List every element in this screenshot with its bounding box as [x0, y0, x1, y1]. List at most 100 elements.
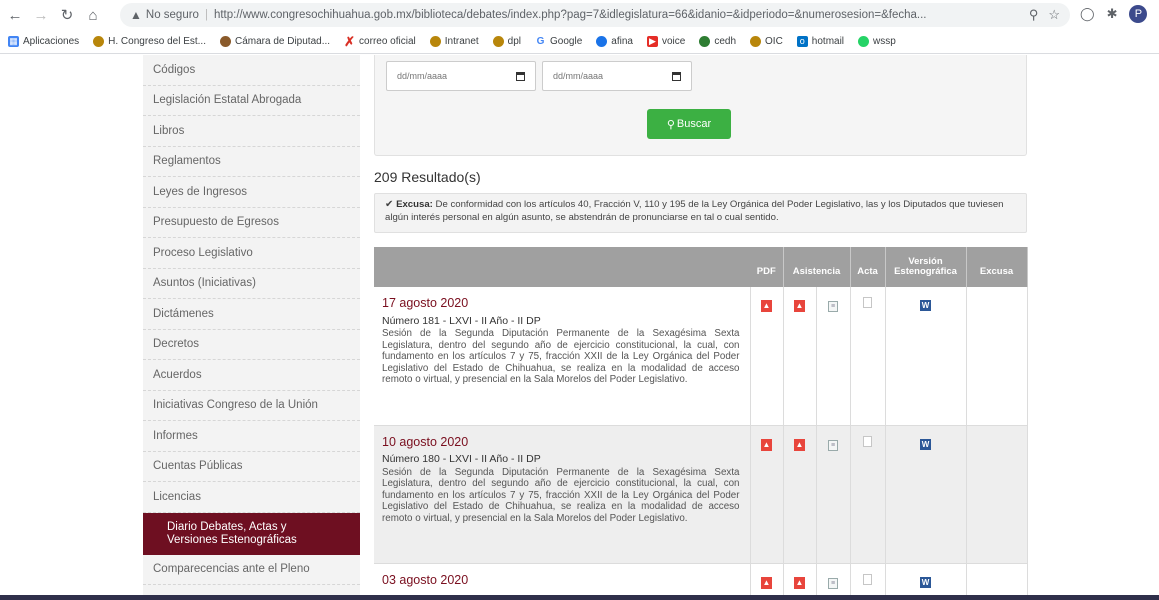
sidebar-menu: Códigos Legislación Estatal Abrogada Lib… — [143, 55, 360, 595]
blank-document-icon[interactable] — [863, 297, 872, 308]
pdf-cell: ▲ — [750, 425, 784, 564]
excusa-notice: ✔ Excusa: De conformidad con los artícul… — [374, 193, 1027, 233]
sidebar-item-diario-debates[interactable]: Diario Debates, Actas y Versiones Esteno… — [143, 512, 360, 555]
sidebar-item-informes[interactable]: Informes — [143, 421, 360, 452]
header-version-estenografica: Versión Estenográfica — [885, 247, 967, 287]
blank-document-icon[interactable] — [863, 573, 872, 585]
row-number: Número 181 - LXVI - II Año - II DP — [382, 314, 541, 327]
sidebar-item-decretos[interactable]: Decretos — [143, 330, 360, 360]
sidebar-item-proceso-legislativo[interactable]: Proceso Legislativo — [143, 238, 360, 269]
bookmark-item[interactable]: dpl — [492, 36, 521, 47]
date-to-placeholder: dd/mm/aaaa — [553, 71, 604, 81]
acta-cell — [850, 425, 886, 564]
pdf-icon[interactable]: ▲ — [794, 576, 805, 589]
bookmarks-bar: ▦ Aplicaciones H. Congreso del Est... Cám… — [0, 30, 1159, 54]
row-description: Sesión de la Segunda Diputación Permanen… — [382, 328, 740, 385]
congress-seal-icon — [429, 36, 441, 47]
row-number: Número 180 - LXVI - II Año - II DP — [382, 453, 541, 465]
web-page: Códigos Legislación Estatal Abrogada Lib… — [0, 55, 1159, 595]
pdf-cell: ▲ — [750, 287, 784, 426]
warning-triangle-icon[interactable]: ▲ — [130, 8, 142, 22]
url-separator: | — [204, 9, 208, 21]
pdf-icon[interactable]: ▲ — [761, 300, 772, 312]
bookmark-item[interactable]: OIC — [750, 36, 783, 47]
home-icon[interactable]: ⌂ — [82, 4, 104, 26]
bookmark-item[interactable]: ▶ voice — [646, 36, 685, 47]
bookmark-item[interactable]: ✗ correo oficial — [344, 34, 416, 49]
sidebar-item-asuntos[interactable]: Asuntos (Iniciativas) — [143, 269, 360, 299]
calendar-icon[interactable] — [516, 72, 525, 81]
sidebar-item-legislacion-abrogada[interactable]: Legislación Estatal Abrogada — [143, 86, 360, 116]
sidebar-item-dictamenes[interactable]: Dictámenes — [143, 299, 360, 330]
row-description-cell: 03 agosto 2020 — [374, 563, 751, 595]
bookmark-item[interactable]: afina — [596, 36, 633, 47]
row-date[interactable]: 03 agosto 2020 — [382, 574, 740, 587]
sidebar-item-label-line1: Diario Debates, Actas y — [167, 520, 287, 533]
pdf-icon[interactable]: ▲ — [794, 300, 805, 312]
header-asistencia: Asistencia — [783, 247, 851, 287]
excusa-cell — [966, 287, 1028, 426]
bookmark-item[interactable]: o hotmail — [796, 36, 844, 47]
reload-icon[interactable]: ↻ — [56, 4, 78, 26]
version-cell: W — [885, 287, 967, 426]
date-to-input[interactable]: dd/mm/aaaa — [542, 61, 692, 91]
header-description — [374, 247, 750, 287]
debates-table: PDF Asistencia Acta Versión Estenográfic… — [374, 247, 1028, 595]
bookmark-item[interactable]: ▦ Aplicaciones — [8, 36, 79, 47]
pdf-icon[interactable]: ▲ — [761, 576, 772, 589]
sidebar-item-presupuesto-egresos[interactable]: Presupuesto de Egresos — [143, 208, 360, 238]
pdf-icon[interactable]: ▲ — [761, 438, 772, 451]
sidebar-item-acuerdos[interactable]: Acuerdos — [143, 360, 360, 391]
bookmark-item[interactable]: cedh — [699, 36, 736, 47]
calendar-icon[interactable] — [672, 72, 681, 81]
sidebar-item-iniciativas-congreso-union[interactable]: Iniciativas Congreso de la Unión — [143, 391, 360, 421]
zoom-icon[interactable]: ⚲ — [1029, 7, 1039, 23]
sidebar-item-licencias[interactable]: Licencias — [143, 482, 360, 513]
sidebar-item-codigos[interactable]: Códigos — [143, 55, 360, 86]
star-icon[interactable]: ☆ — [1048, 7, 1060, 23]
bookmark-item[interactable]: G Google — [535, 36, 583, 47]
address-bar[interactable]: ▲ No seguro | http://www.congresochihuah… — [120, 3, 1070, 27]
sidebar-item-reglamentos[interactable]: Reglamentos — [143, 147, 360, 177]
info-circle-icon: ✔ — [385, 199, 394, 210]
excusa-cell — [966, 563, 1028, 595]
youtube-icon: ▶ — [646, 36, 658, 47]
date-from-input[interactable]: dd/mm/aaaa — [386, 61, 536, 91]
asistencia-pdf-cell: ▲ — [783, 287, 817, 426]
bookmark-item[interactable]: Intranet — [429, 36, 479, 47]
red-x-icon: ✗ — [344, 34, 355, 49]
pdf-icon[interactable]: ▲ — [794, 438, 805, 451]
bookmark-item[interactable]: H. Congreso del Est... — [93, 36, 206, 47]
row-date[interactable]: 10 agosto 2020 — [382, 436, 740, 449]
list-document-icon[interactable]: ≡ — [828, 301, 838, 312]
notice-title: Excusa: — [396, 199, 433, 210]
word-document-icon[interactable]: W — [920, 576, 931, 588]
security-label: No seguro — [145, 9, 199, 21]
camara-logo-icon — [219, 36, 231, 47]
whatsapp-icon — [858, 36, 870, 47]
search-button[interactable]: ⚲ Buscar — [647, 109, 731, 139]
row-date[interactable]: 17 agosto 2020 — [382, 297, 740, 310]
list-document-icon[interactable]: ≡ — [828, 439, 838, 451]
extension-circle-icon[interactable]: ◯ — [1080, 6, 1095, 22]
sidebar-item-leyes-ingresos[interactable]: Leyes de Ingresos — [143, 177, 360, 208]
bookmark-item[interactable]: Cámara de Diputad... — [219, 36, 330, 47]
back-arrow-icon[interactable]: ← — [4, 4, 26, 26]
sidebar-item-cuentas-publicas[interactable]: Cuentas Públicas — [143, 452, 360, 482]
word-document-icon[interactable]: W — [920, 300, 931, 311]
forward-arrow-icon[interactable]: → — [30, 4, 52, 26]
list-document-icon[interactable]: ≡ — [828, 577, 838, 589]
table-row: 03 agosto 2020 ▲ ▲ ≡ W — [374, 563, 1028, 595]
puzzle-extensions-icon[interactable]: ✱ — [1107, 6, 1118, 22]
sidebar-item-comparecencias[interactable]: Comparecencias ante el Pleno — [143, 555, 360, 585]
bookmark-item[interactable]: wssp — [858, 36, 896, 47]
asistencia-list-cell: ≡ — [816, 425, 851, 564]
blank-document-icon[interactable] — [863, 435, 872, 447]
row-description-cell: 17 agosto 2020 Número 181 - LXVI - II Añ… — [374, 287, 751, 426]
sidebar-item-libros[interactable]: Libros — [143, 116, 360, 147]
search-icon: ⚲ — [666, 118, 675, 131]
profile-avatar[interactable]: P — [1129, 5, 1148, 23]
word-document-icon[interactable]: W — [920, 438, 931, 450]
congress-seal-icon — [492, 36, 504, 47]
date-from-placeholder: dd/mm/aaaa — [397, 71, 448, 81]
